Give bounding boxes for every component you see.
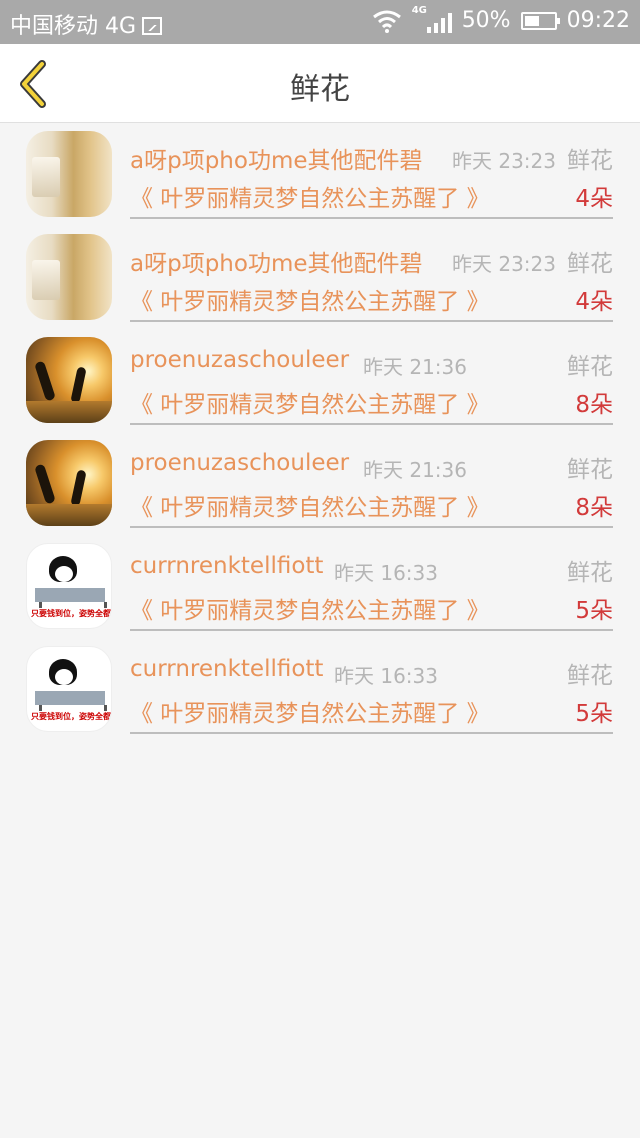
list-item-content: a呀p项pho功me其他配件碧 昨天 23:23 鲜花 《 叶罗丽精灵梦自然公主… (130, 123, 613, 219)
timestamp: 昨天 23:23 (452, 149, 556, 173)
battery-percent: 50% (461, 8, 511, 33)
gift-type: 鲜花 (567, 663, 613, 689)
gift-type: 鲜花 (567, 251, 613, 277)
timestamp: 昨天 23:23 (452, 252, 556, 276)
timestamp: 昨天 16:33 (334, 561, 438, 585)
gift-count: 5朵 (575, 701, 613, 727)
gift-type: 鲜花 (567, 457, 613, 483)
user-name[interactable]: currnrenktellfiott (130, 656, 323, 682)
user-name[interactable]: currnrenktellfiott (130, 553, 323, 579)
user-name[interactable]: a呀p项pho功me其他配件碧 (130, 244, 423, 278)
battery-icon (520, 11, 560, 30)
status-right: 4G 50% 09:22 (372, 5, 630, 33)
avatar[interactable]: 只要钱到位，姿势全都会! (26, 646, 112, 732)
book-title[interactable]: 《 叶罗丽精灵梦自然公主苏醒了 》 (130, 385, 490, 419)
list-item-content: currnrenktellfiott 昨天 16:33 鲜花 《 叶罗丽精灵梦自… (130, 638, 613, 734)
list-item-content: currnrenktellfiott 昨天 16:33 鲜花 《 叶罗丽精灵梦自… (130, 535, 613, 631)
user-name[interactable]: a呀p项pho功me其他配件碧 (130, 141, 423, 175)
avatar-caption: 只要钱到位，姿势全都会! (31, 712, 111, 721)
avatar[interactable]: 只要钱到位，姿势全都会! (26, 543, 112, 629)
avatar[interactable] (26, 131, 112, 217)
book-title[interactable]: 《 叶罗丽精灵梦自然公主苏醒了 》 (130, 179, 490, 213)
gift-count: 5朵 (575, 598, 613, 624)
wifi-icon (372, 9, 402, 33)
gift-type: 鲜花 (567, 148, 613, 174)
gift-type: 鲜花 (567, 560, 613, 586)
gift-count: 8朵 (575, 495, 613, 521)
avatar[interactable] (26, 234, 112, 320)
carrier-label: 中国移动 4G (10, 14, 137, 39)
list-item[interactable]: proenuzaschouleer 昨天 21:36 鲜花 《 叶罗丽精灵梦自然… (0, 432, 640, 535)
list-item[interactable]: 只要钱到位，姿势全都会! currnrenktellfiott 昨天 16:33… (0, 535, 640, 638)
timestamp: 昨天 16:33 (334, 664, 438, 688)
page-title: 鲜花 (290, 72, 350, 107)
list-item[interactable]: a呀p项pho功me其他配件碧 昨天 23:23 鲜花 《 叶罗丽精灵梦自然公主… (0, 226, 640, 329)
list-item[interactable]: 只要钱到位，姿势全都会! currnrenktellfiott 昨天 16:33… (0, 638, 640, 741)
gift-type: 鲜花 (567, 354, 613, 380)
list-item[interactable]: a呀p项pho功me其他配件碧 昨天 23:23 鲜花 《 叶罗丽精灵梦自然公主… (0, 123, 640, 226)
list-item-content: proenuzaschouleer 昨天 21:36 鲜花 《 叶罗丽精灵梦自然… (130, 432, 613, 528)
book-title[interactable]: 《 叶罗丽精灵梦自然公主苏醒了 》 (130, 282, 490, 316)
book-title[interactable]: 《 叶罗丽精灵梦自然公主苏醒了 》 (130, 488, 490, 522)
status-bar: 中国移动 4G 4G 50% 09:22 (0, 0, 640, 44)
gift-count: 4朵 (575, 186, 613, 212)
gallery-icon (142, 17, 163, 35)
timestamp: 昨天 21:36 (363, 355, 467, 379)
user-name[interactable]: proenuzaschouleer (130, 347, 349, 373)
gift-count: 8朵 (575, 392, 613, 418)
list-item-content: proenuzaschouleer 昨天 21:36 鲜花 《 叶罗丽精灵梦自然… (130, 329, 613, 425)
avatar[interactable] (26, 440, 112, 526)
timestamp: 昨天 21:36 (363, 458, 467, 482)
list-item-content: a呀p项pho功me其他配件碧 昨天 23:23 鲜花 《 叶罗丽精灵梦自然公主… (130, 226, 613, 322)
book-title[interactable]: 《 叶罗丽精灵梦自然公主苏醒了 》 (130, 694, 490, 728)
user-name[interactable]: proenuzaschouleer (130, 450, 349, 476)
avatar-caption: 只要钱到位，姿势全都会! (31, 609, 111, 618)
app-header: 鲜花 (0, 44, 640, 123)
gift-count: 4朵 (575, 289, 613, 315)
status-left: 中国移动 4G (10, 8, 163, 40)
network-tag: 4G (411, 4, 427, 16)
gift-record-list: a呀p项pho功me其他配件碧 昨天 23:23 鲜花 《 叶罗丽精灵梦自然公主… (0, 123, 640, 741)
clock: 09:22 (566, 8, 630, 33)
list-item[interactable]: proenuzaschouleer 昨天 21:36 鲜花 《 叶罗丽精灵梦自然… (0, 329, 640, 432)
book-title[interactable]: 《 叶罗丽精灵梦自然公主苏醒了 》 (130, 591, 490, 625)
signal-icon: 4G (412, 5, 452, 33)
avatar[interactable] (26, 337, 112, 423)
